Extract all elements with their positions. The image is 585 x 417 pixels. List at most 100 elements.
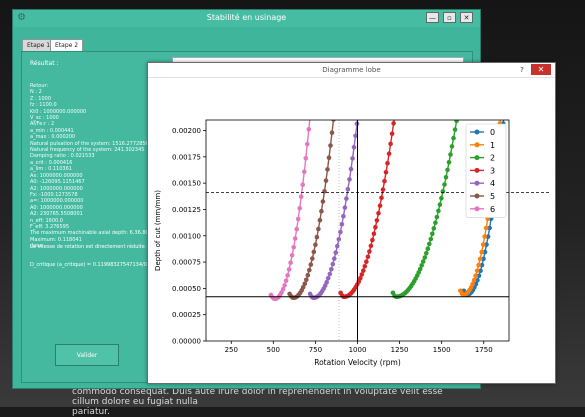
x-tick-label: 1000 [349,346,367,354]
dialog-close-button[interactable]: ✕ [531,64,551,75]
series-point-2 [448,152,453,157]
series-point-3 [365,254,371,260]
series-point-2 [442,182,447,187]
legend-label-4: 4 [490,179,495,188]
series-point-3 [371,231,377,237]
series-point-6 [295,216,301,222]
series-point-2 [424,250,429,256]
series-point-5 [316,226,321,232]
series-point-6 [300,182,305,187]
series-point-2 [454,120,459,124]
y-tick-label: 0.00025 [172,311,201,319]
help-icon[interactable]: ? [516,65,528,75]
series-point-1 [480,242,486,247]
series-point-1 [473,273,478,279]
series-point-4 [332,256,337,261]
y-tick-label: 0.00200 [172,127,201,135]
legend-marker-5 [474,193,480,199]
series-point-5 [325,167,330,172]
series-point-5 [331,120,336,122]
series-point-6 [303,156,309,161]
x-tick-label: 500 [267,346,280,354]
y-tick-label: 0.00150 [172,180,201,188]
series-point-4 [341,213,346,219]
series-point-3 [385,160,390,166]
main-window-title: Stabilité en usinage [206,13,287,22]
series-point-6 [302,169,307,175]
series-point-6 [292,236,298,241]
series-point-1 [479,249,485,255]
series-point-1 [483,225,489,231]
legend-label-1: 1 [490,141,495,150]
series-point-3 [376,210,381,216]
series-point-4 [356,109,361,114]
series-point-2 [439,195,444,201]
series-point-4 [327,271,333,277]
series-point-6 [286,267,292,272]
series-point-5 [304,277,309,283]
validate-button[interactable]: Valider [55,344,119,366]
series-point-5 [311,249,317,255]
series-point-2 [427,241,432,247]
series-point-3 [382,178,387,184]
y-tick-label: 0.00125 [172,206,201,214]
series-point-5 [308,262,314,267]
close-button[interactable]: ✕ [460,12,473,23]
series-point-6 [289,253,295,258]
series-point-4 [347,177,352,182]
legend-label-3: 3 [490,166,495,175]
series-point-5 [328,143,333,148]
series-point-3 [391,121,396,126]
series-point-2 [449,144,455,149]
lobe-diagram-dialog: Diagramme lobe ? ✕ 250 500 750 1000 1250 1500… [147,62,556,384]
series-point-6 [294,226,299,232]
maximize-button[interactable]: ▫ [443,12,456,23]
series-point-1 [471,278,477,283]
legend-label-0: 0 [490,128,495,137]
y-tick-label: 0.00075 [172,259,201,267]
series-point-2 [434,214,440,220]
series-point-2 [425,246,431,251]
series-point-6 [297,206,302,211]
series-point-2 [430,231,435,237]
series-point-3 [373,224,378,230]
y-axis-label: Depth of cut (mm/mm) [154,190,162,271]
legend-marker-1 [474,142,480,148]
series-point-3 [388,141,393,147]
series-point-4 [342,205,348,210]
series-point-2 [420,259,426,264]
y-tick-label: 0.00175 [172,153,201,161]
series-point-4 [339,222,345,227]
series-point-4 [351,145,357,150]
series-point-1 [477,256,483,262]
series-point-3 [361,268,366,273]
series-point-6 [308,111,313,116]
series-point-3 [377,203,383,208]
series-point-1 [474,268,480,274]
series-point-3 [364,259,369,264]
y-tick-label: 0.00000 [172,338,201,346]
series-point-2 [422,255,428,260]
series-point-5 [317,218,323,223]
series-point-5 [302,281,308,287]
series-point-4 [333,250,339,255]
series-point-3 [362,264,368,269]
background-text-line: commodo consequat. Duis aute irure dolor… [72,387,443,407]
series-point-4 [344,196,349,201]
series-point-6 [306,127,312,132]
series-point-6 [291,245,296,250]
series-point-5 [313,242,318,247]
main-titlebar[interactable]: ⚙ Stabilité en usinage — ▫ ✕ [13,10,480,27]
minimize-button[interactable]: — [426,12,439,23]
dialog-titlebar[interactable]: Diagramme lobe ? ✕ [148,63,555,78]
series-point-2 [445,167,450,173]
series-point-5 [323,178,329,183]
legend-label-2: 2 [490,154,495,163]
series-point-5 [314,234,320,240]
legend-marker-4 [474,180,480,186]
series-point-3 [370,237,375,243]
series-point-6 [298,194,304,200]
x-tick-label: 1500 [433,346,451,354]
series-point-5 [307,267,312,273]
series-point-2 [436,208,441,214]
